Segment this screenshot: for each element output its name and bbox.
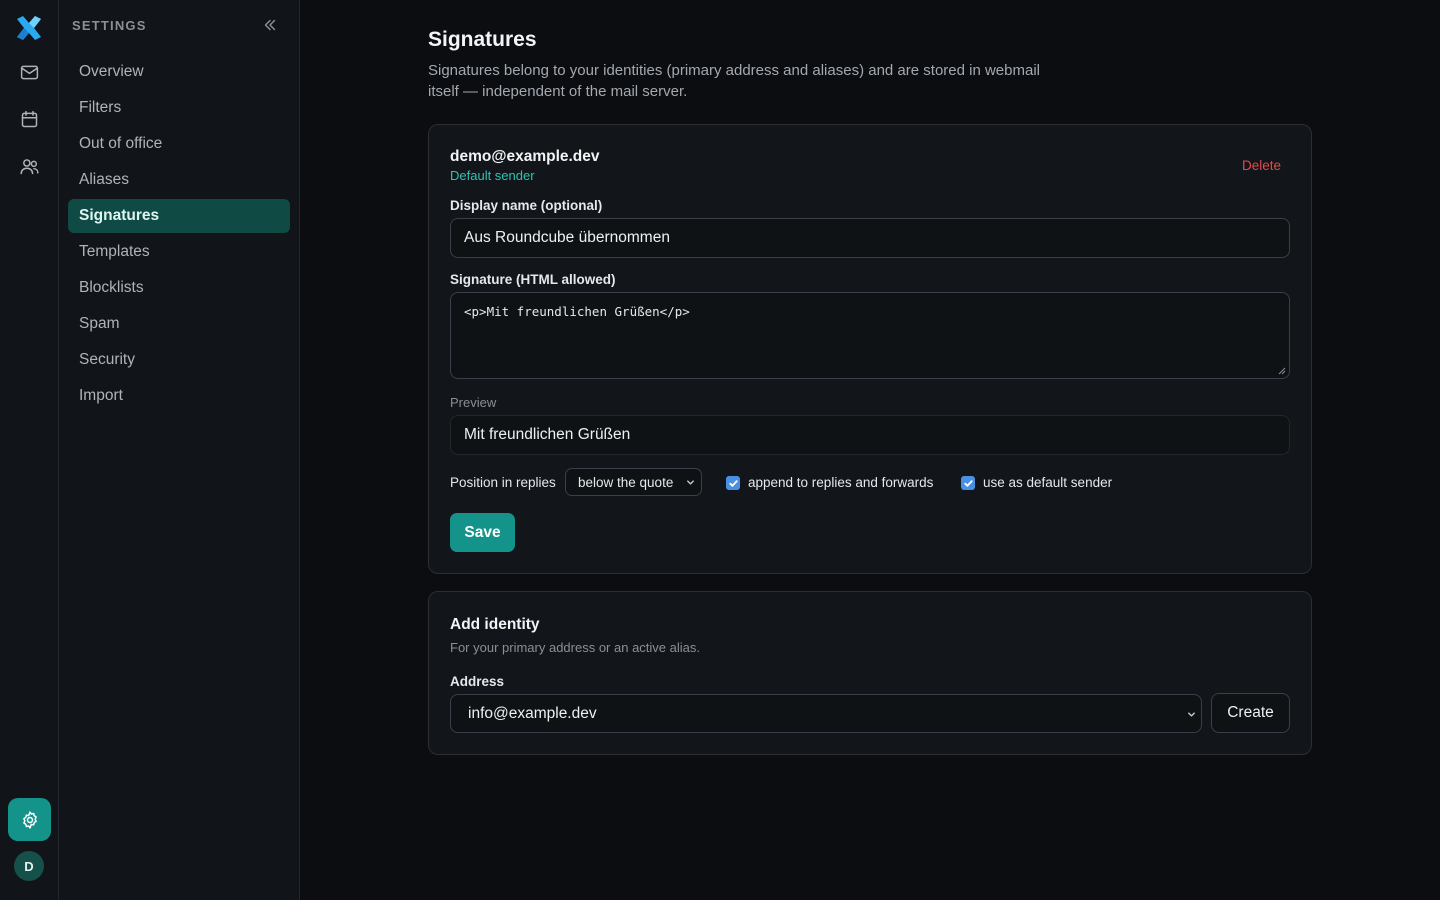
rail-settings-button[interactable] xyxy=(8,798,51,841)
sidebar-item-spam[interactable]: Spam xyxy=(68,307,290,341)
resize-handle-icon[interactable] xyxy=(1278,367,1286,375)
display-name-label: Display name (optional) xyxy=(450,198,603,213)
settings-nav: Overview Filters Out of office Aliases S… xyxy=(68,55,290,415)
sidebar-item-out-of-office[interactable]: Out of office xyxy=(68,127,290,161)
sidebar-item-overview[interactable]: Overview xyxy=(68,55,290,89)
page-title: Signatures xyxy=(428,28,537,51)
delete-button[interactable]: Delete xyxy=(1242,158,1281,173)
signature-textarea[interactable]: <p>Mit freundlichen Grüßen</p> xyxy=(450,292,1290,379)
settings-sidebar: SETTINGS Overview Filters Out of office … xyxy=(59,0,300,900)
rail-calendar-button[interactable] xyxy=(9,99,49,139)
signature-label: Signature (HTML allowed) xyxy=(450,272,616,287)
sidebar-item-blocklists[interactable]: Blocklists xyxy=(68,271,290,305)
display-name-input[interactable]: Aus Roundcube übernommen xyxy=(450,218,1290,258)
append-checkbox[interactable] xyxy=(726,476,740,490)
rail-contacts-button[interactable] xyxy=(9,146,49,186)
save-button[interactable]: Save xyxy=(450,513,515,552)
default-sender-tag: Default sender xyxy=(450,168,535,183)
chevron-down-icon xyxy=(687,480,694,485)
signature-preview: Mit freundlichen Grüßen xyxy=(450,415,1290,455)
main-content: Signatures Signatures belong to your ide… xyxy=(300,0,1440,900)
identity-email: demo@example.dev xyxy=(450,148,600,165)
address-select-value: info@example.dev xyxy=(468,704,597,722)
identity-card: demo@example.dev Default sender Delete D… xyxy=(428,124,1312,574)
sidebar-item-templates[interactable]: Templates xyxy=(68,235,290,269)
address-select[interactable]: info@example.dev xyxy=(450,694,1202,733)
check-icon xyxy=(963,479,973,487)
preview-label: Preview xyxy=(450,395,497,410)
app-rail: D xyxy=(0,0,59,900)
avatar[interactable]: D xyxy=(14,851,44,881)
gear-icon xyxy=(22,810,37,829)
position-select-value: below the quote xyxy=(578,474,674,490)
collapse-sidebar-icon[interactable] xyxy=(261,16,279,34)
append-label[interactable]: append to replies and forwards xyxy=(748,475,933,490)
address-label: Address xyxy=(450,674,505,689)
sidebar-title: SETTINGS xyxy=(72,18,147,33)
sidebar-item-import[interactable]: Import xyxy=(68,379,290,413)
default-sender-label[interactable]: use as default sender xyxy=(983,475,1112,490)
add-identity-title: Add identity xyxy=(450,616,540,633)
users-icon xyxy=(19,158,39,174)
sidebar-item-aliases[interactable]: Aliases xyxy=(68,163,290,197)
add-identity-card: Add identity For your primary address or… xyxy=(428,591,1312,755)
x-logo-icon[interactable] xyxy=(14,13,44,43)
calendar-icon xyxy=(21,110,37,127)
mail-icon xyxy=(20,65,38,79)
position-label: Position in replies xyxy=(450,475,556,490)
default-sender-checkbox[interactable] xyxy=(961,476,975,490)
position-select[interactable]: below the quote xyxy=(565,468,702,496)
rail-mail-button[interactable] xyxy=(9,52,49,92)
signature-text: <p>Mit freundlichen Grüßen</p> xyxy=(464,304,690,319)
sidebar-item-signatures[interactable]: Signatures xyxy=(68,199,290,233)
sidebar-item-security[interactable]: Security xyxy=(68,343,290,377)
page-description: Signatures belong to your identities (pr… xyxy=(428,62,1040,100)
create-button[interactable]: Create xyxy=(1211,693,1290,733)
check-icon xyxy=(728,479,738,487)
sidebar-item-filters[interactable]: Filters xyxy=(68,91,290,125)
chevron-down-icon xyxy=(1188,712,1195,717)
add-identity-description: For your primary address or an active al… xyxy=(450,640,700,655)
